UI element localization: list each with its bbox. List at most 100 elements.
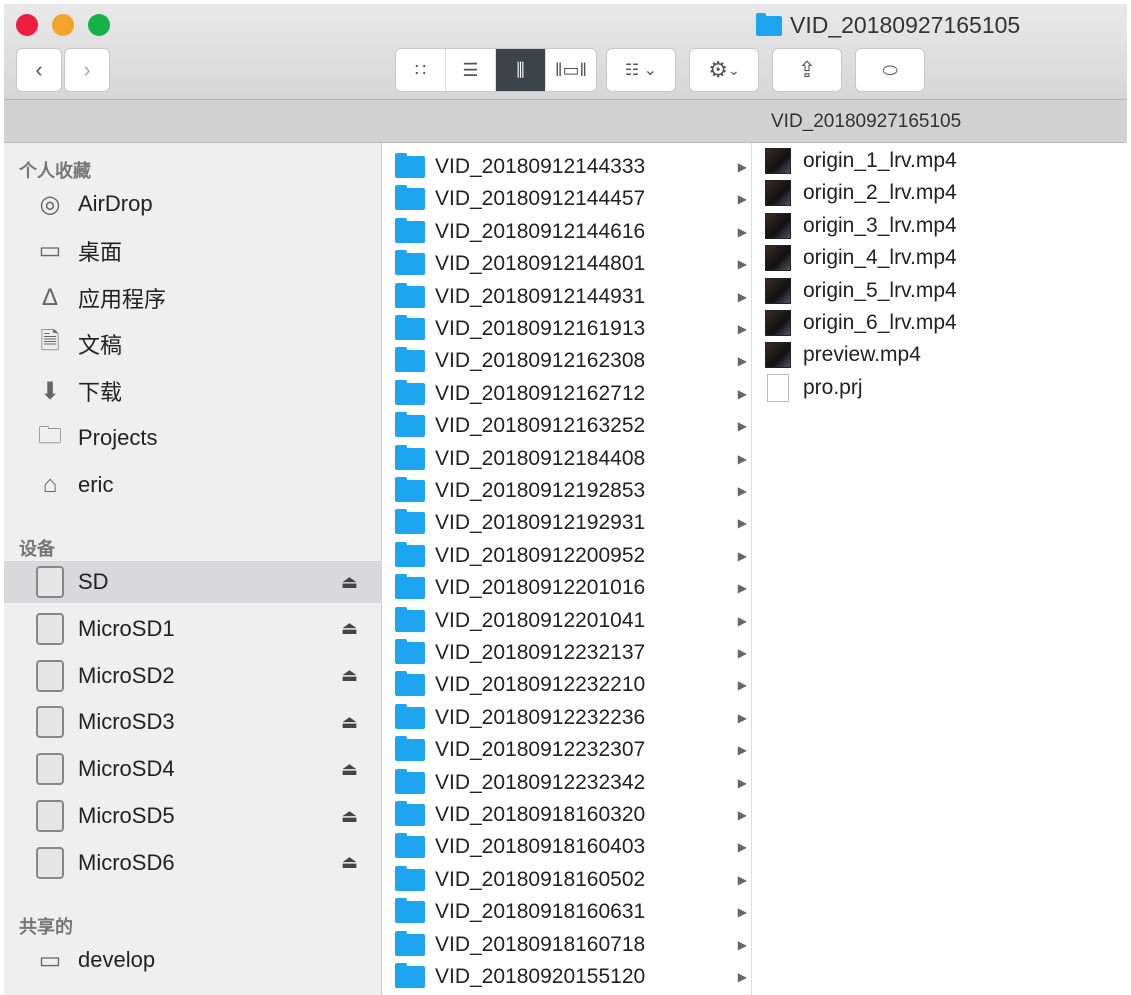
folder-row[interactable]: VID_20180912201041 ▶	[383, 605, 751, 637]
folder-name: VID_20180912192931	[435, 511, 646, 535]
folder-row[interactable]: VID_20180912162308 ▶	[383, 345, 751, 377]
video-thumbnail-icon	[765, 148, 791, 174]
folder-row[interactable]: VID_20180912144616 ▶	[383, 216, 751, 248]
eject-icon[interactable]: ⏏	[341, 852, 358, 873]
sidebar-item-microsd3[interactable]: MicroSD3 ⏏	[4, 701, 382, 743]
sidebar-item-label: MicroSD5	[78, 803, 175, 828]
folder-row[interactable]: VID_20180912232342 ▶	[383, 767, 751, 799]
file-row[interactable]: origin_4_lrv.mp4	[753, 242, 1127, 274]
file-row[interactable]: pro.prj	[753, 372, 1127, 404]
folder-icon	[395, 801, 425, 826]
file-name: origin_1_lrv.mp4	[803, 149, 957, 172]
eject-icon[interactable]: ⏏	[341, 759, 358, 780]
folder-row[interactable]: VID_20180912162712 ▶	[383, 378, 751, 410]
folder-row[interactable]: VID_20180920155120 ▶	[383, 961, 751, 993]
drive-icon	[32, 846, 68, 879]
minimize-button[interactable]	[52, 14, 74, 36]
eject-icon[interactable]: ⏏	[341, 712, 358, 733]
folder-row[interactable]: VID_20180912232307 ▶	[383, 734, 751, 766]
disclosure-arrow-icon: ▶	[737, 451, 747, 466]
disclosure-arrow-icon: ▶	[737, 257, 747, 272]
folder-icon	[395, 412, 425, 438]
folder-icon	[395, 217, 425, 243]
folder-row[interactable]: VID_20180912144457 ▶	[383, 183, 751, 215]
sidebar-item-microsd2[interactable]: MicroSD2 ⏏	[4, 655, 382, 697]
sidebar-item-projects[interactable]: 🗀 Projects	[4, 417, 382, 459]
folder-icon	[395, 444, 425, 470]
action-gear-button[interactable]: ⚙ ⌄	[689, 48, 759, 92]
file-row[interactable]: origin_2_lrv.mp4	[753, 177, 1127, 209]
back-button[interactable]: ‹	[16, 48, 62, 92]
eject-icon[interactable]: ⏏	[341, 806, 358, 827]
arrange-button[interactable]: ☷ ⌄	[606, 48, 676, 92]
sidebar-item-应用程序[interactable]: ∆ 应用程序	[4, 277, 382, 319]
sidebar-item-sd[interactable]: SD ⏏	[4, 561, 382, 603]
file-row[interactable]: origin_6_lrv.mp4	[753, 307, 1127, 339]
folder-row[interactable]: VID_20180912161913 ▶	[383, 313, 751, 345]
sidebar-item-develop[interactable]: ▭ develop	[4, 939, 382, 981]
folder-row[interactable]: VID_20180912232236 ▶	[383, 702, 751, 734]
folder-row[interactable]: VID_20180918160403 ▶	[383, 831, 751, 863]
folder-row[interactable]: VID_20180912232210 ▶	[383, 669, 751, 701]
eject-icon[interactable]: ⏏	[341, 665, 358, 686]
sidebar-item-airdrop[interactable]: ◎ AirDrop	[4, 183, 382, 225]
folder-row[interactable]: VID_20180912144333 ▶	[383, 151, 751, 183]
sidebar: 个人收藏 ◎ AirDrop ▭ 桌面 ∆ 应用程序 🗎 文稿 ⬇ 下载 🗀 Projects ⌂ eric…	[4, 143, 382, 995]
folder-icon	[395, 703, 425, 729]
eject-icon[interactable]: ⏏	[341, 572, 358, 593]
sidebar-item-eric[interactable]: ⌂ eric	[4, 464, 382, 506]
file-name: origin_5_lrv.mp4	[803, 278, 957, 302]
folder-icon	[395, 153, 425, 178]
folder-row[interactable]: VID_20180912144931 ▶	[383, 281, 751, 313]
folder-row[interactable]: VID_20180918160718 ▶	[383, 929, 751, 961]
file-row[interactable]: preview.mp4	[753, 339, 1127, 371]
sidebar-item-microsd6[interactable]: MicroSD6 ⏏	[4, 842, 382, 884]
folder-row[interactable]: VID_20180912232137 ▶	[383, 637, 751, 669]
path-label: VID_20180927165105	[771, 111, 962, 132]
sidebar-item-microsd1[interactable]: MicroSD1 ⏏	[4, 608, 382, 650]
sidebar-item-microsd5[interactable]: MicroSD5 ⏏	[4, 795, 382, 837]
folder-row[interactable]: VID_20180912192931 ▶	[383, 507, 751, 539]
tag-button[interactable]: ⬭	[855, 48, 925, 92]
folder-name: VID_20180918160320	[435, 803, 646, 826]
home-icon: ⌂	[42, 470, 58, 498]
zoom-button[interactable]	[88, 14, 110, 36]
list-view-button[interactable]: ☰	[446, 49, 496, 91]
folder-row[interactable]: VID_20180912192853 ▶	[383, 475, 751, 507]
folder-row[interactable]: VID_20180912163252 ▶	[383, 410, 751, 442]
folder-row[interactable]: VID_20180912144801 ▶	[383, 248, 751, 280]
disclosure-arrow-icon: ▶	[737, 289, 747, 304]
folder-row[interactable]: VID_20180912200952 ▶	[383, 540, 751, 572]
folder-row[interactable]: VID_20180918160502 ▶	[383, 864, 751, 896]
sidebar-item-桌面[interactable]: ▭ 桌面	[4, 230, 382, 272]
folder-row[interactable]: VID_20180918160320 ▶	[383, 799, 751, 831]
eject-icon[interactable]: ⏏	[341, 618, 358, 639]
sidebar-item-microsd4[interactable]: MicroSD4 ⏏	[4, 748, 382, 790]
sidebar-item-下载[interactable]: ⬇ 下载	[4, 370, 382, 412]
column-view-button[interactable]: ⫼	[496, 49, 546, 91]
folder-row[interactable]: VID_20180918160631 ▶	[383, 896, 751, 928]
icon-view-button[interactable]: ∷	[396, 49, 446, 91]
file-row[interactable]: origin_1_lrv.mp4	[753, 145, 1127, 177]
forward-button[interactable]: ›	[64, 48, 110, 92]
folder-column: VID_20180912144333 ▶ VID_20180912144457 ▶ VI…	[383, 143, 752, 995]
file-row[interactable]: origin_3_lrv.mp4	[753, 210, 1127, 242]
folder-name: VID_20180912162712	[435, 381, 646, 405]
sidebar-item-label: MicroSD3	[78, 709, 175, 735]
document-icon	[767, 373, 789, 402]
view-switcher: ∷ ☰ ⫼ ‖▭‖	[395, 48, 597, 92]
disclosure-arrow-icon: ▶	[737, 224, 747, 239]
folder-icon	[395, 477, 425, 502]
close-button[interactable]	[16, 14, 38, 36]
file-row[interactable]: origin_5_lrv.mp4	[753, 275, 1127, 307]
folder-row[interactable]: VID_20180912201016 ▶	[383, 572, 751, 604]
sidebar-item-文稿[interactable]: 🗎 文稿	[4, 323, 382, 365]
folder-name: VID_20180912161913	[435, 317, 646, 340]
sidebar-section-header: 设备	[19, 539, 55, 559]
video-thumbnail-icon	[765, 180, 791, 207]
folder-row[interactable]: VID_20180912184408 ▶	[383, 443, 751, 475]
folder-name: VID_20180912232137	[435, 641, 646, 664]
folder-name: VID_20180912232307	[435, 738, 646, 762]
gallery-view-button[interactable]: ‖▭‖	[546, 49, 596, 91]
share-button[interactable]: ⇪	[772, 48, 842, 92]
